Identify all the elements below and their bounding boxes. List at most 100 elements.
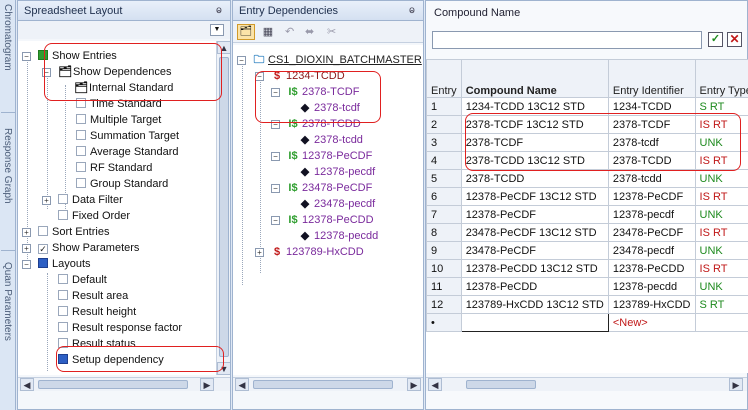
tree-item-layouts[interactable]: − Layouts bbox=[22, 257, 91, 272]
checkbox[interactable] bbox=[76, 114, 86, 124]
cell-entry-type[interactable]: IS RT bbox=[694, 259, 748, 278]
header-entry-type[interactable]: Entry Type bbox=[694, 59, 748, 98]
cell-entry[interactable]: 8 bbox=[426, 223, 462, 242]
table-row[interactable]: 2 2378-TCDF 13C12 STD 2378-TCDF IS RT bbox=[426, 115, 748, 134]
tree-item-sort-entries[interactable]: + Sort Entries bbox=[22, 225, 109, 240]
checkbox[interactable] bbox=[58, 290, 68, 300]
cell-compound-name[interactable]: 23478-PeCDF bbox=[460, 241, 609, 260]
table-row[interactable]: 8 23478-PeCDF 13C12 STD 23478-PeCDF IS RT bbox=[426, 223, 748, 242]
cell-new-label[interactable]: <New> bbox=[607, 313, 696, 332]
expand-icon[interactable]: + bbox=[42, 196, 51, 205]
dep-node[interactable]: − I$ 23478-PeCDF bbox=[271, 181, 372, 196]
horizontal-scrollbar[interactable]: ◀ ▶ bbox=[426, 377, 747, 391]
collapse-icon[interactable]: − bbox=[271, 184, 280, 193]
collapse-icon[interactable]: − bbox=[42, 68, 51, 77]
cell-entry[interactable]: 4 bbox=[426, 151, 462, 170]
cell-new-compound[interactable] bbox=[460, 313, 609, 332]
tab-response-graph[interactable]: Response Graph bbox=[0, 128, 16, 238]
cell-compound-name[interactable]: 12378-PeCDD 13C12 STD bbox=[460, 259, 609, 278]
cell-entry-identifier[interactable]: 23478-pecdf bbox=[607, 241, 696, 260]
cell-compound-name[interactable]: 2378-TCDD 13C12 STD bbox=[460, 151, 609, 170]
expand-icon[interactable]: + bbox=[255, 248, 264, 257]
cell-entry-identifier[interactable]: 2378-tcdf bbox=[607, 133, 696, 152]
checkbox[interactable] bbox=[58, 306, 68, 316]
dep-node[interactable]: ◆ 2378-tcdf bbox=[299, 101, 360, 116]
tab-chromatogram[interactable]: Chromatogram bbox=[0, 4, 16, 94]
collapse-icon[interactable]: − bbox=[271, 88, 280, 97]
cell-compound-name[interactable]: 2378-TCDD bbox=[460, 169, 609, 188]
dropdown-arrow-icon[interactable]: ▼ bbox=[210, 24, 224, 36]
dep-node[interactable]: ◆ 23478-pecdf bbox=[299, 197, 375, 212]
cell-entry-identifier[interactable]: 23478-PeCDF bbox=[607, 223, 696, 242]
cell-entry-type[interactable]: S RT bbox=[694, 295, 748, 314]
dep-node[interactable]: − $1234-TCDD bbox=[255, 69, 345, 84]
cell-entry-type[interactable]: UNK bbox=[694, 205, 748, 224]
tree-item-show-entries[interactable]: − Show Entries bbox=[22, 49, 117, 64]
header-entry-identifier[interactable]: Entry Identifier bbox=[607, 59, 696, 98]
collapse-icon[interactable]: − bbox=[237, 56, 246, 65]
cell-entry-identifier[interactable]: 123789-HxCDD bbox=[607, 295, 696, 314]
tree-item-multiple-target[interactable]: Multiple Target bbox=[76, 113, 161, 128]
tree-view-icon[interactable]: 🗂 bbox=[237, 24, 255, 40]
dep-node[interactable]: − I$ 2378-TCDD bbox=[271, 117, 361, 132]
checkmark-checkbox[interactable]: ✓ bbox=[38, 244, 48, 254]
cell-compound-name[interactable]: 12378-PeCDF bbox=[460, 205, 609, 224]
scroll-thumb[interactable] bbox=[38, 380, 188, 389]
cell-entry-identifier[interactable]: 12378-PeCDF bbox=[607, 187, 696, 206]
cell-entry-identifier[interactable]: 12378-pecdf bbox=[607, 205, 696, 224]
checkbox[interactable] bbox=[58, 194, 68, 204]
cell-entry[interactable]: 12 bbox=[426, 295, 462, 314]
cell-entry-type[interactable]: UNK bbox=[694, 133, 748, 152]
table-view-icon[interactable]: ▦ bbox=[259, 24, 277, 40]
checkbox[interactable] bbox=[76, 98, 86, 108]
table-row[interactable]: 6 12378-PeCDF 13C12 STD 12378-PeCDF IS RT bbox=[426, 187, 748, 206]
cell-entry-type[interactable]: UNK bbox=[694, 169, 748, 188]
dep-node[interactable]: ◆ 2378-tcdd bbox=[299, 133, 363, 148]
cell-entry-type[interactable]: UNK bbox=[694, 241, 748, 260]
dep-node[interactable]: − I$ 12378-PeCDD bbox=[271, 213, 374, 228]
tree-root[interactable]: − 🗀 CS1_DIOXIN_BATCHMASTER bbox=[237, 53, 422, 68]
link-icon[interactable]: ⬌ bbox=[305, 24, 321, 40]
dep-node[interactable]: ◆ 12378-pecdf bbox=[299, 165, 375, 180]
cell-entry-type[interactable]: IS RT bbox=[694, 187, 748, 206]
dep-node[interactable]: − I$ 2378-TCDF bbox=[271, 85, 359, 100]
header-entry[interactable]: Entry bbox=[426, 59, 462, 98]
tree-item-result-height[interactable]: Result height bbox=[58, 305, 136, 320]
checkbox[interactable] bbox=[76, 162, 86, 172]
table-row[interactable]: 10 12378-PeCDD 13C12 STD 12378-PeCDD IS RT bbox=[426, 259, 748, 278]
table-row[interactable]: 5 2378-TCDD 2378-tcdd UNK bbox=[426, 169, 748, 188]
horizontal-scrollbar[interactable]: ◀ ▶ bbox=[18, 377, 230, 391]
cell-new-type[interactable] bbox=[694, 313, 748, 332]
tree-item-setup-dependency[interactable]: Setup dependency bbox=[58, 353, 164, 368]
scroll-thumb[interactable] bbox=[219, 57, 229, 357]
compound-filter-input[interactable] bbox=[432, 31, 702, 49]
cell-entry-type[interactable]: UNK bbox=[694, 277, 748, 296]
cell-compound-name[interactable]: 2378-TCDF bbox=[460, 133, 609, 152]
tree-item-data-filter[interactable]: + Data Filter bbox=[42, 193, 123, 208]
collapse-icon[interactable]: − bbox=[22, 52, 31, 61]
pin-icon[interactable]: ⱺ bbox=[409, 1, 415, 21]
checkbox[interactable] bbox=[58, 322, 68, 332]
cell-entry[interactable]: 6 bbox=[426, 187, 462, 206]
checkbox[interactable] bbox=[38, 226, 48, 236]
table-row-new[interactable]: • <New> bbox=[426, 313, 748, 332]
cell-entry-identifier[interactable]: 12378-pecdd bbox=[607, 277, 696, 296]
tree-item-result-response-factor[interactable]: Result response factor bbox=[58, 321, 182, 336]
tree-item-time-standard[interactable]: Time Standard bbox=[76, 97, 162, 112]
apply-check-icon[interactable]: ✓ bbox=[708, 32, 723, 47]
cell-compound-name[interactable]: 123789-HxCDD 13C12 STD bbox=[460, 295, 609, 314]
collapse-icon[interactable]: − bbox=[22, 260, 31, 269]
cell-compound-name[interactable]: 23478-PeCDF 13C12 STD bbox=[460, 223, 609, 242]
horizontal-scrollbar[interactable]: ◀ ▶ bbox=[233, 377, 423, 391]
expand-icon[interactable]: + bbox=[22, 228, 31, 237]
cell-compound-name[interactable]: 2378-TCDF 13C12 STD bbox=[460, 115, 609, 134]
cell-entry[interactable]: 10 bbox=[426, 259, 462, 278]
checkbox[interactable] bbox=[76, 130, 86, 140]
checkbox[interactable] bbox=[76, 146, 86, 156]
cell-entry-identifier[interactable]: 2378-tcdd bbox=[607, 169, 696, 188]
cell-compound-name[interactable]: 12378-PeCDF 13C12 STD bbox=[460, 187, 609, 206]
collapse-icon[interactable]: − bbox=[255, 72, 264, 81]
tree-item-show-dependences[interactable]: − 🗂Show Dependences bbox=[42, 65, 171, 80]
scroll-thumb[interactable] bbox=[253, 380, 393, 389]
table-row[interactable]: 4 2378-TCDD 13C12 STD 2378-TCDD IS RT bbox=[426, 151, 748, 170]
